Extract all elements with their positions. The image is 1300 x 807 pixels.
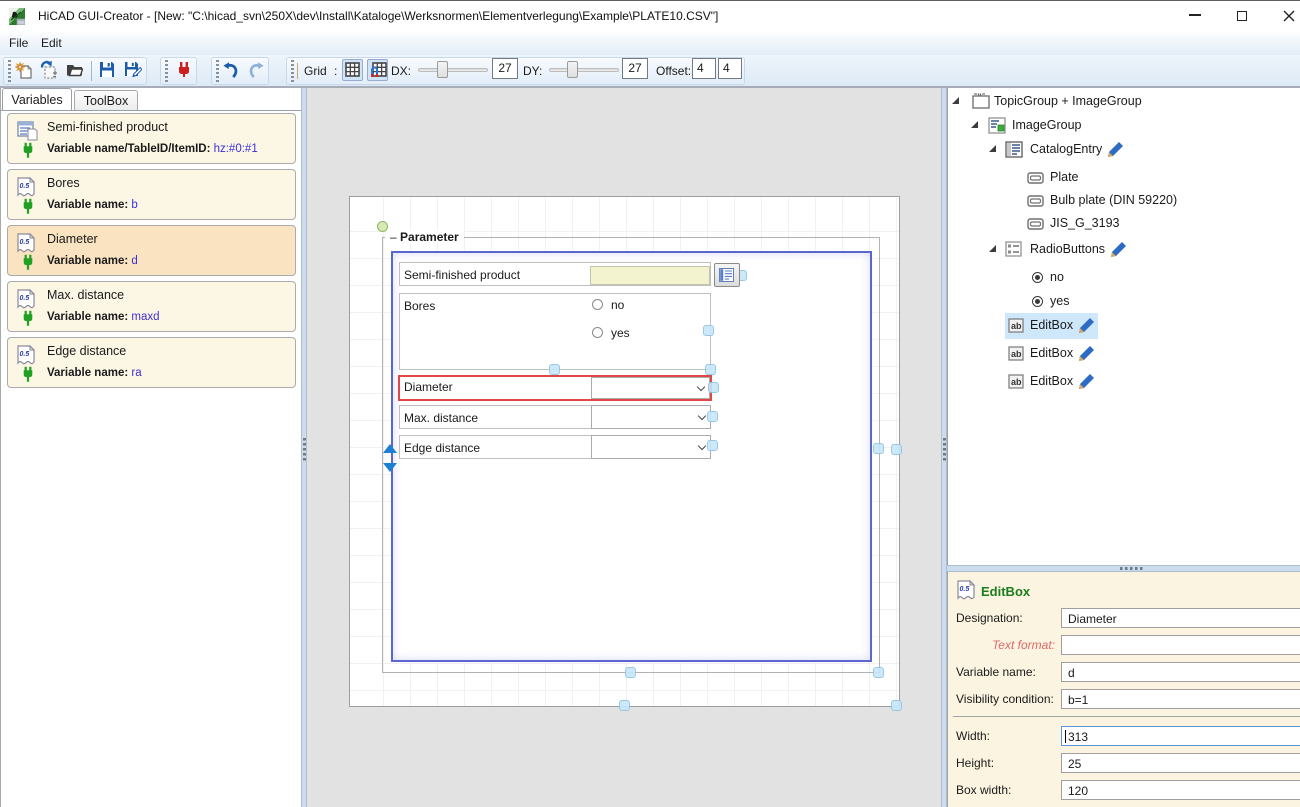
svg-text:ab: ab — [1011, 321, 1022, 331]
svg-text:ab: ab — [1011, 377, 1022, 387]
svg-text:ab: ab — [1011, 349, 1022, 359]
svg-text:0.5: 0.5 — [960, 586, 970, 593]
